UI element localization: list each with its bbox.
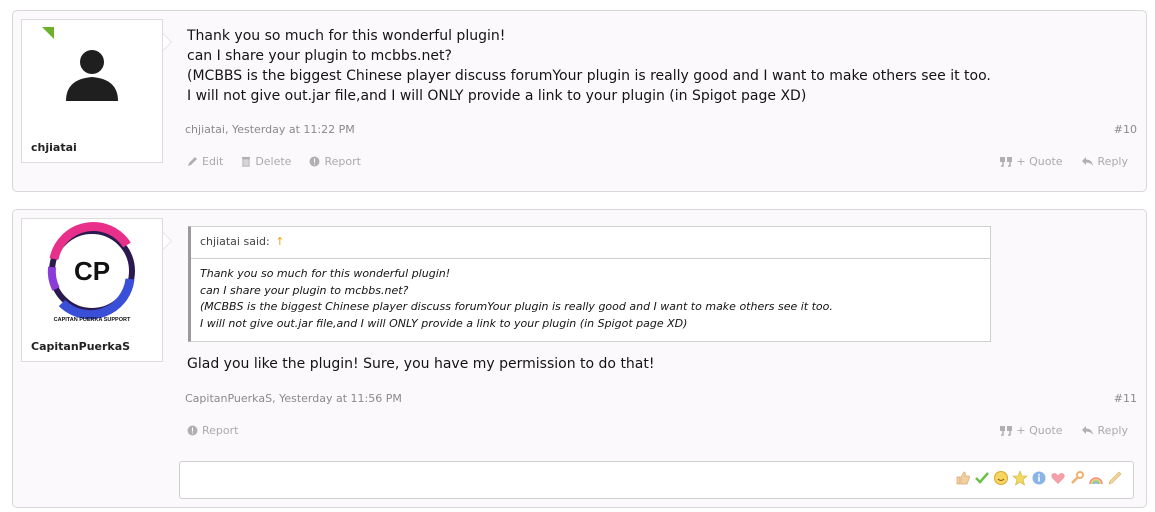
heart-icon[interactable] <box>1050 470 1066 486</box>
alert-icon <box>309 156 320 167</box>
online-indicator <box>42 27 54 39</box>
user-info: CP CAPITAN PUERKA SUPPORT CapitanPuerkaS <box>21 218 172 362</box>
report-button[interactable]: Report <box>187 424 238 437</box>
post-number[interactable]: #10 <box>1114 123 1137 136</box>
reply-button[interactable]: Reply <box>1081 424 1128 437</box>
quote-line: I will not give out.jar file,and I will … <box>200 316 688 330</box>
star-icon[interactable] <box>1012 470 1028 486</box>
report-button[interactable]: Report <box>309 155 361 168</box>
message-line: can I share your plugin to mcbbs.net? <box>187 48 452 64</box>
quote-author: chjiatai said: <box>200 235 270 248</box>
quote-line: (MCBBS is the biggest Chinese player dis… <box>200 300 833 313</box>
quote-block: chjiatai said: ↑ Thank you so much for t… <box>188 226 991 342</box>
message-line: Thank you so much for this wonderful plu… <box>187 28 506 44</box>
quote-line: can I share your plugin to mcbbs.net? <box>200 283 409 297</box>
quote-button[interactable]: + Quote <box>1000 424 1063 437</box>
post-meta[interactable]: chjiatai, Yesterday at 11:22 PM <box>185 123 355 136</box>
username[interactable]: CapitanPuerkaS <box>31 340 130 353</box>
thumbs-up-icon[interactable] <box>955 470 971 486</box>
post-number[interactable]: #11 <box>1114 392 1137 405</box>
info-icon[interactable] <box>1031 470 1047 486</box>
message-line: (MCBBS is the biggest Chinese player dis… <box>187 68 991 84</box>
wrench-icon[interactable] <box>1069 470 1085 486</box>
quick-reply-box[interactable] <box>179 461 1134 499</box>
pencil-icon[interactable] <box>1107 470 1123 486</box>
avatar-initials: CP <box>74 256 110 286</box>
reply-icon <box>1081 426 1093 435</box>
quote-label: + Quote <box>1016 424 1063 437</box>
delete-button[interactable]: Delete <box>241 155 291 168</box>
quote-line: Thank you so much for this wonderful plu… <box>200 267 451 280</box>
trash-icon <box>242 157 251 167</box>
check-icon[interactable] <box>974 470 990 486</box>
rating-icons <box>955 470 1123 486</box>
quote-header: chjiatai said: ↑ <box>191 227 990 259</box>
post-actions-left: Report <box>187 424 238 437</box>
quote-button[interactable]: + Quote <box>1000 155 1063 168</box>
user-info: chjiatai <box>21 19 172 163</box>
post-actions-right: + Quote Reply <box>1000 424 1128 437</box>
avatar-caption: CAPITAN PUERKA SUPPORT <box>54 317 131 323</box>
reply-button[interactable]: Reply <box>1081 155 1128 168</box>
smile-icon[interactable] <box>993 470 1009 486</box>
reply-label: Reply <box>1097 424 1128 437</box>
report-label: Report <box>202 424 239 437</box>
post-11: CP CAPITAN PUERKA SUPPORT CapitanPuerkaS… <box>12 209 1147 508</box>
reply-icon <box>1081 157 1093 166</box>
delete-label: Delete <box>255 155 292 168</box>
post-message: Glad you like the plugin! Sure, you have… <box>187 354 655 374</box>
alert-icon <box>187 425 198 436</box>
message-line: I will not give out.jar file,and I will … <box>187 88 807 104</box>
post-10: chjiatai Thank you so much for this wond… <box>12 10 1147 192</box>
post-meta[interactable]: CapitanPuerkaS, Yesterday at 11:56 PM <box>185 392 402 405</box>
edit-label: Edit <box>202 155 224 168</box>
jump-to-quote-icon[interactable]: ↑ <box>275 235 284 248</box>
quote-icon <box>1000 156 1013 167</box>
edit-button[interactable]: Edit <box>187 155 223 168</box>
post-message: Thank you so much for this wonderful plu… <box>187 26 991 106</box>
pencil-icon <box>188 157 197 166</box>
quote-label: + Quote <box>1016 155 1063 168</box>
reply-label: Reply <box>1097 155 1128 168</box>
quote-icon <box>1000 425 1013 436</box>
rainbow-icon[interactable] <box>1088 470 1104 486</box>
report-label: Report <box>324 155 361 168</box>
quote-body: Thank you so much for this wonderful plu… <box>191 259 990 332</box>
username[interactable]: chjiatai <box>31 141 77 154</box>
message-line: Glad you like the plugin! Sure, you have… <box>187 356 655 372</box>
post-actions-left: Edit Delete Report <box>187 155 361 168</box>
avatar[interactable]: CP CAPITAN PUERKA SUPPORT <box>22 219 162 331</box>
post-actions-right: + Quote Reply <box>1000 155 1128 168</box>
